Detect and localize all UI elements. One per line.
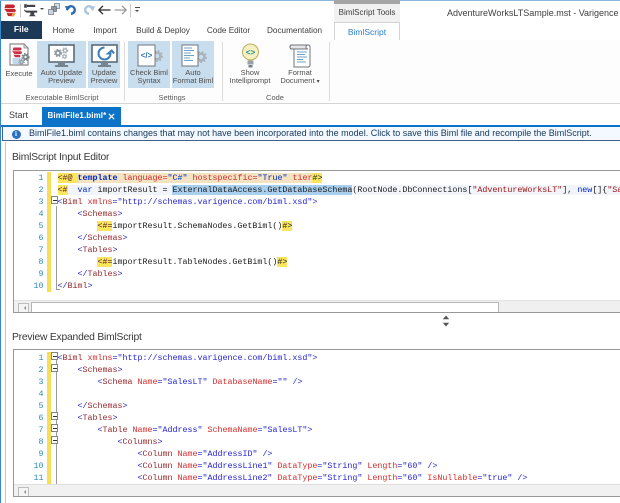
svg-text:</>: </>	[141, 51, 153, 60]
svg-text:<>: <>	[246, 48, 256, 57]
